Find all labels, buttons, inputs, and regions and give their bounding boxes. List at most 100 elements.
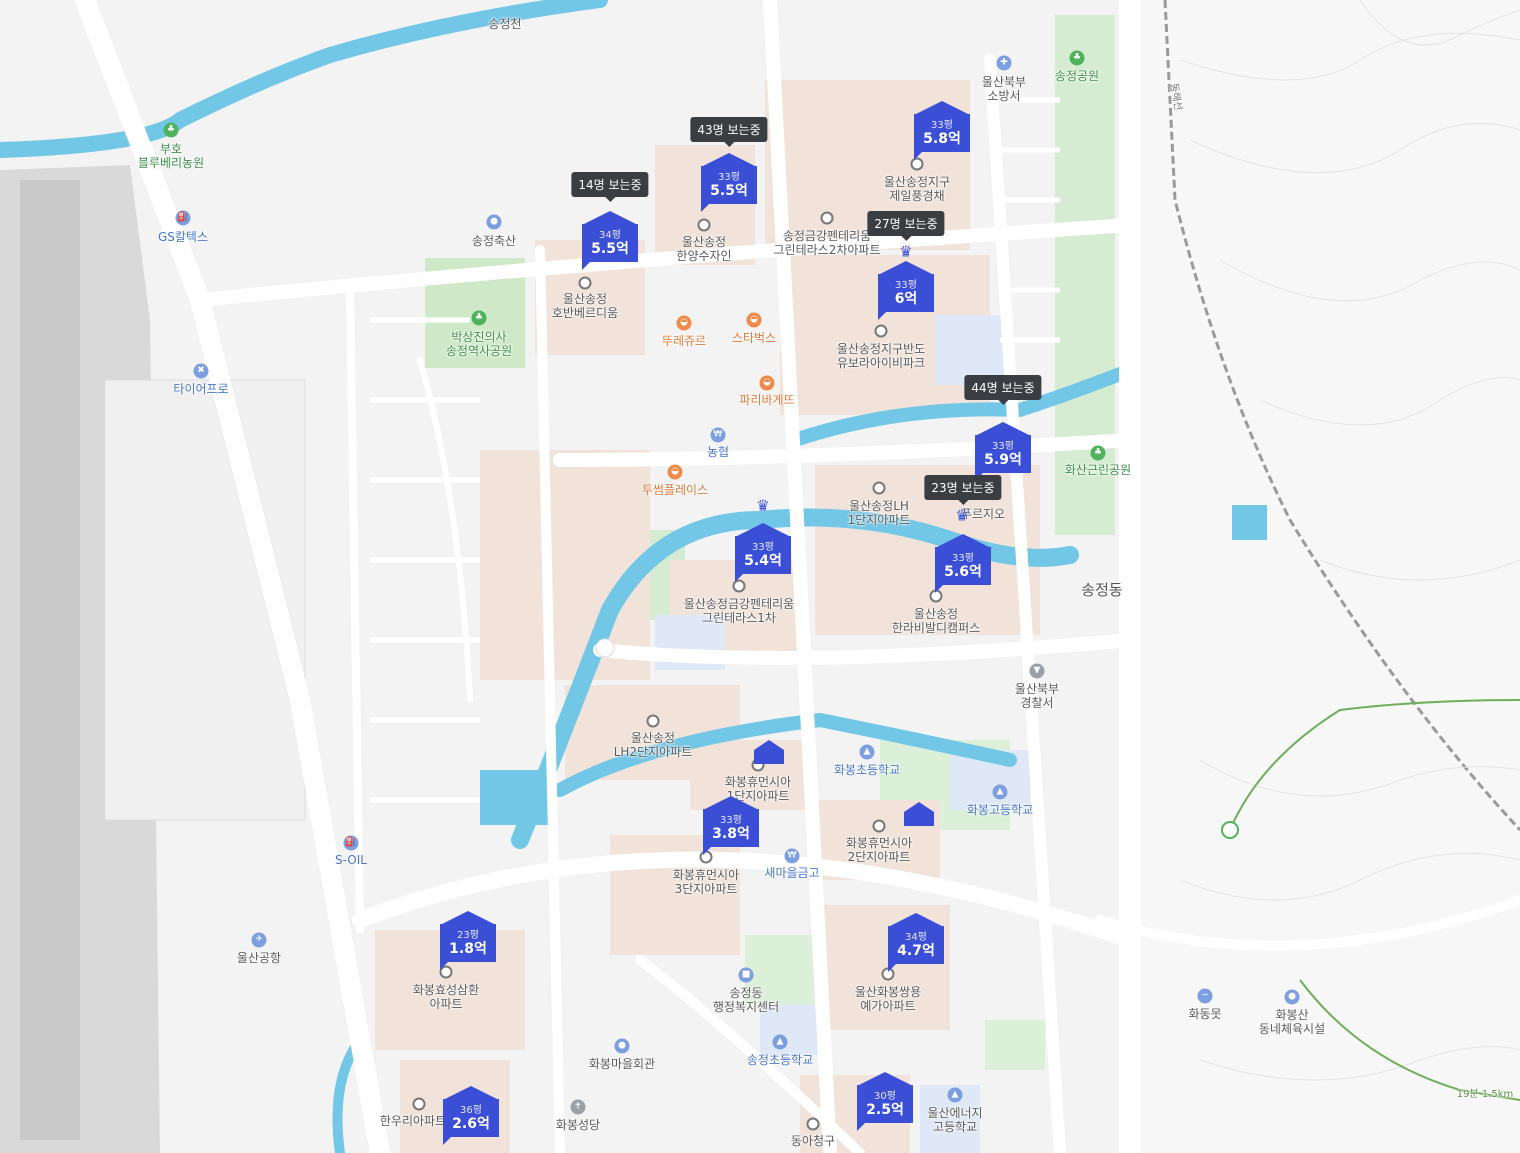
apartment-label[interactable]: 울산화봉쌍용 예가아파트 <box>855 985 921 1013</box>
bugho-label[interactable]: 부호 블루베리농원 <box>138 142 204 170</box>
s-oil-label[interactable]: S-OIL <box>335 853 367 867</box>
listing-marker-small[interactable] <box>754 740 784 764</box>
songjeong-park-label[interactable]: 송정공원 <box>1055 69 1099 83</box>
price-marker[interactable]: 34평 5.5억 <box>582 211 638 270</box>
hwadong-pond-label[interactable]: 화동못 <box>1188 1007 1221 1021</box>
apartment-label[interactable]: 송정금강펜테리움 그린테라스2차아파트 <box>774 229 881 257</box>
apartment-label[interactable]: 동아청구 <box>791 1134 835 1148</box>
apartment-label[interactable]: 울산송정금강펜테리움 그린테라스1차 <box>684 597 794 625</box>
tous-les-jours-label[interactable]: 뚜레쥬르 <box>662 334 706 348</box>
marker-price: 2.5억 <box>866 1102 904 1118</box>
apartment-label[interactable]: 울산송정 LH2단지아파트 <box>614 731 693 759</box>
songjeongcheon-label: 송정천 <box>488 17 522 31</box>
apt-name-line2: 1단지아파트 <box>847 513 911 527</box>
hwabong-hall-label[interactable]: 화봉마을회관 <box>589 1057 655 1071</box>
marker-area: 33평 <box>752 542 774 553</box>
hwabong-high-label[interactable]: 화봉고등학교 <box>967 803 1033 817</box>
apt-name-line1: 울산송정지구 <box>883 175 951 189</box>
apartment-label[interactable]: 울산송정 한양수자인 <box>676 235 731 263</box>
apartment-label[interactable]: 한우리아파트 <box>380 1114 446 1128</box>
price-marker[interactable]: 33평 5.9억 <box>975 422 1031 481</box>
marker-area: 33평 <box>952 553 974 564</box>
fire-station-label[interactable]: 울산북부 소방서 <box>982 75 1026 103</box>
price-marker[interactable]: 36평 2.6억 <box>443 1086 499 1145</box>
price-marker[interactable]: 33평 3.8억 <box>703 796 759 855</box>
airport-label[interactable]: 울산공항 <box>237 951 281 965</box>
police-line1: 울산북부 <box>1014 682 1060 696</box>
viewers-badge: 23명 보는중 <box>924 475 1002 505</box>
apartment-label[interactable]: 울산송정 한라비발디캠퍼스 <box>892 607 980 635</box>
paris-baguette-label[interactable]: 파리바게뜨 <box>739 393 794 407</box>
listing-marker-small[interactable] <box>904 802 934 826</box>
twosome-label[interactable]: 투썸플레이스 <box>642 483 708 497</box>
apartment-label[interactable]: 울산송정LH 1단지아파트 <box>848 499 911 527</box>
apt-name-line1: 화봉휴먼시아 <box>672 868 740 882</box>
police-line2: 경찰서 <box>1020 696 1054 710</box>
trail-label: 19분 1.5km <box>1456 1089 1514 1100</box>
memorial-park-line2: 송정역사공원 <box>445 344 513 358</box>
saemaul-label[interactable]: 새마을금고 <box>764 866 819 880</box>
hwasan-park-label[interactable]: 화산근린공원 <box>1065 463 1131 477</box>
marker-price: 5.5억 <box>591 241 629 257</box>
songjeong-elem-label[interactable]: 송정초등학교 <box>747 1053 813 1067</box>
marker-area: 34평 <box>905 932 927 943</box>
cafe-icon: ◒ <box>746 312 762 328</box>
gs-caltex-label[interactable]: GS칼텍스 <box>158 230 208 244</box>
nonghyup-label[interactable]: 농협 <box>707 445 729 459</box>
police-icon: ▼ <box>1029 663 1045 679</box>
apt-name-line2: 아파트 <box>429 997 463 1011</box>
bugho-line2: 블루베리농원 <box>137 156 205 170</box>
marker-area: 33평 <box>931 120 953 131</box>
viewers-badge: 14명 보는중 <box>571 172 649 202</box>
admin-center-line1: 송정동 <box>729 986 763 1000</box>
songjeong-chuksan-label[interactable]: 송정축산 <box>472 234 516 248</box>
price-marker[interactable]: 33평 5.8억 <box>914 101 970 160</box>
apartment-label[interactable]: 화봉효성삼환 아파트 <box>413 983 479 1011</box>
hwabongsan-label[interactable]: 화봉산 동네체육시설 <box>1259 1008 1325 1036</box>
hwabong-elem-label[interactable]: 화봉초등학교 <box>834 763 900 777</box>
fire-station-line1: 울산북부 <box>981 75 1027 89</box>
memorial-park-label[interactable]: 박상진의사 송정역사공원 <box>446 330 512 358</box>
price-marker[interactable]: 30평 2.5억 <box>857 1072 913 1131</box>
school-icon: ▲ <box>992 784 1008 800</box>
bank-icon: ₩ <box>710 427 726 443</box>
airport-icon: ✈ <box>251 932 267 948</box>
apartment-label[interactable]: 울산송정 호반베르디움 <box>552 292 618 320</box>
fire-station-icon: ✚ <box>996 55 1012 71</box>
apt-name-line1: 울산송정 <box>562 292 608 306</box>
map-view[interactable]: 송정천 ♣ 부호 블루베리농원 ⛽ GS칼텍스 ● 송정축산 ✚ 울산북부 소방… <box>0 0 1520 1153</box>
crown-icon: ♛ <box>899 242 913 261</box>
starbucks-label[interactable]: 스타벅스 <box>732 331 776 345</box>
price-marker[interactable]: 33평 5.6억 <box>935 534 991 593</box>
apt-name-line2: 3단지아파트 <box>674 882 738 896</box>
fire-station-line2: 소방서 <box>987 89 1021 103</box>
tire-pro-label[interactable]: 타이어프로 <box>173 382 228 396</box>
apartment-label[interactable]: 화봉휴먼시아 3단지아파트 <box>673 868 739 896</box>
admin-center-label[interactable]: 송정동 행정복지센터 <box>713 986 779 1014</box>
apartment-icon <box>412 1097 426 1111</box>
energy-high-line1: 울산에너지 <box>927 1106 983 1120</box>
police-label[interactable]: 울산북부 경찰서 <box>1015 682 1059 710</box>
apt-name-line2: LH2단지아파트 <box>613 745 693 759</box>
apartment-icon <box>578 276 592 290</box>
price-marker[interactable]: 33평 6억 <box>878 261 934 320</box>
price-marker[interactable]: 33평 5.4억 <box>735 523 791 582</box>
apt-name-line1: 화봉휴먼시아 <box>724 775 792 789</box>
apartment-label[interactable]: 울산송정지구 제일풍경채 <box>884 175 950 203</box>
energy-high-label[interactable]: 울산에너지 고등학교 <box>927 1106 982 1134</box>
apt-name-line1: 울산송정지구반도 <box>836 342 926 356</box>
price-marker[interactable]: 33평 5.5억 <box>701 153 757 212</box>
church-icon: ✝ <box>570 1099 586 1115</box>
hwabongsan-line2: 동네체육시설 <box>1258 1022 1326 1036</box>
price-marker[interactable]: 34평 4.7억 <box>888 913 944 972</box>
apartment-label[interactable]: 화봉휴먼시아 2단지아파트 <box>846 836 912 864</box>
hwabongsan-line1: 화봉산 <box>1275 1008 1309 1022</box>
price-marker[interactable]: 23평 1.8억 <box>440 911 496 970</box>
apt-name-line1: 울산송정LH <box>849 499 909 513</box>
hwabong-church-label[interactable]: 화봉성당 <box>556 1118 600 1132</box>
apartment-label[interactable]: 울산송정지구반도 유보라아이비파크 <box>837 342 925 370</box>
marker-price: 5.5억 <box>710 183 748 199</box>
apartment-icon <box>646 714 660 728</box>
marker-area: 30평 <box>874 1091 896 1102</box>
park-icon: ♣ <box>1069 50 1085 66</box>
